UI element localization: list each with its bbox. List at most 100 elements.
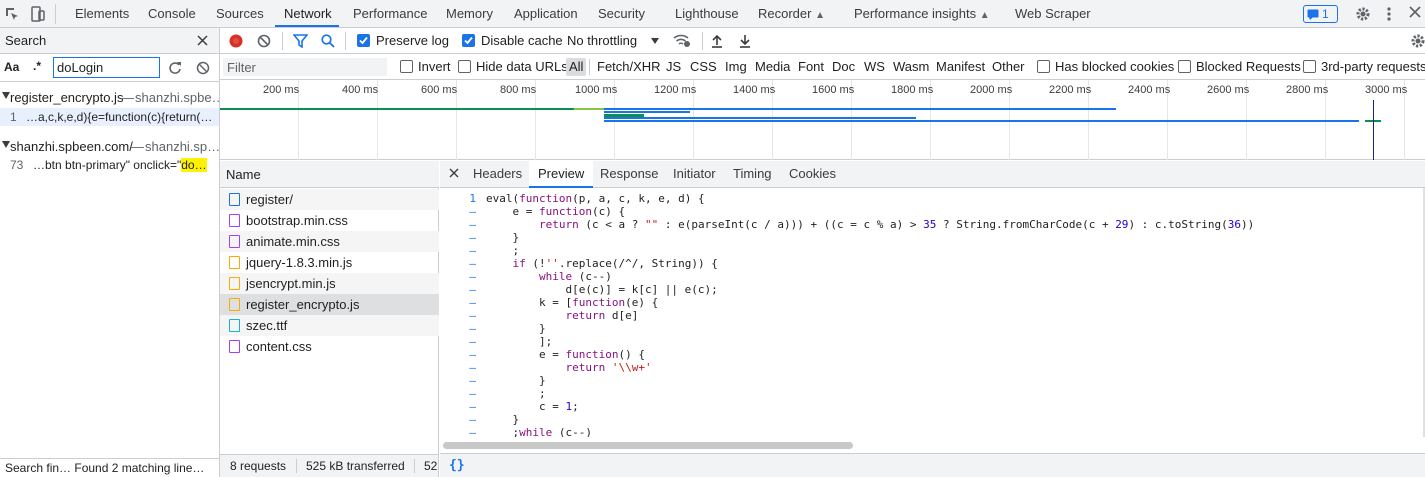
- third-party-checkbox[interactable]: [1303, 60, 1316, 73]
- request-name: register/: [246, 192, 293, 207]
- request-row[interactable]: bootstrap.min.css: [220, 210, 439, 231]
- disable-cache-checkbox[interactable]: [462, 34, 475, 47]
- refresh-icon[interactable]: [168, 61, 182, 75]
- tab-security[interactable]: Security: [598, 0, 645, 28]
- search-result-line[interactable]: 1 …a,c,k,e,d){e=function(c){return(…: [0, 108, 219, 126]
- tab-cookies[interactable]: Cookies: [789, 161, 836, 188]
- code-text: k = [function(e) {: [486, 296, 659, 309]
- search-result-file[interactable]: shanzhi.spbeen.com/ — shanzhi.sp…: [0, 137, 219, 157]
- filter-type-doc[interactable]: Doc: [829, 58, 858, 76]
- search-match-highlight: do…: [181, 158, 207, 172]
- filter-type-manifest[interactable]: Manifest: [933, 58, 988, 76]
- pretty-print-icon[interactable]: {}: [449, 458, 465, 473]
- search-input[interactable]: [53, 57, 160, 78]
- result-file-origin: shanzhi.sp…: [145, 139, 219, 154]
- tab-sources[interactable]: Sources: [216, 0, 264, 28]
- more-options-icon[interactable]: [1387, 6, 1391, 22]
- close-icon[interactable]: [449, 168, 459, 178]
- request-list-header[interactable]: Name: [220, 161, 439, 188]
- search-icon[interactable]: [321, 34, 335, 48]
- request-row[interactable]: register/: [220, 189, 439, 210]
- tab-initiator[interactable]: Initiator: [673, 161, 716, 188]
- clear-icon[interactable]: [196, 61, 210, 75]
- code-text: while (c--): [538, 270, 612, 283]
- search-panel: Search Aa .* register_encrypto.js — shan…: [0, 28, 220, 477]
- separator: —: [121, 90, 134, 105]
- tab-lighthouse[interactable]: Lighthouse: [675, 0, 739, 28]
- has-blocked-cookies-checkbox[interactable]: [1037, 60, 1050, 73]
- request-row[interactable]: jquery-1.8.3.min.js: [220, 252, 439, 273]
- request-row[interactable]: jsencrypt.min.js: [220, 273, 439, 294]
- filter-type-js[interactable]: JS: [663, 58, 684, 76]
- filter-type-all[interactable]: All: [566, 58, 587, 76]
- filter-type-css[interactable]: CSS: [687, 58, 720, 76]
- preserve-log-checkbox[interactable]: [357, 34, 370, 47]
- tab-performance[interactable]: Performance: [353, 0, 427, 28]
- blocked-requests-checkbox[interactable]: [1178, 60, 1191, 73]
- regex-toggle[interactable]: .*: [33, 59, 41, 73]
- search-result-file[interactable]: register_encrypto.js — shanzhi.spbe…: [0, 88, 219, 108]
- filter-type-other[interactable]: Other: [989, 58, 1028, 76]
- line-number: –: [469, 387, 476, 400]
- network-settings-icon[interactable]: [1410, 33, 1425, 49]
- tab-console[interactable]: Console: [148, 0, 196, 28]
- load-event-marker: [1373, 100, 1374, 160]
- close-icon[interactable]: [197, 35, 208, 46]
- invert-checkbox[interactable]: [400, 60, 413, 73]
- issues-badge[interactable]: 1: [1303, 5, 1338, 23]
- request-row[interactable]: content.css: [220, 336, 439, 357]
- line-number: –: [469, 270, 476, 283]
- filter-type-font[interactable]: Font: [795, 58, 827, 76]
- search-result-line[interactable]: 73 …btn btn-primary" onclick="do…: [0, 156, 219, 174]
- network-filter-bar: Invert Hide data URLs All Fetch/XHR JS C…: [220, 54, 1425, 80]
- tab-application[interactable]: Application: [514, 0, 578, 28]
- tab-performance-insights[interactable]: Performance insights ▲: [854, 0, 990, 28]
- filter-type-media[interactable]: Media: [752, 58, 793, 76]
- line-number: –: [469, 231, 476, 244]
- tab-headers[interactable]: Headers: [473, 161, 522, 188]
- network-conditions-icon[interactable]: [673, 33, 691, 48]
- filter-type-wasm[interactable]: Wasm: [890, 58, 932, 76]
- tab-network[interactable]: Network: [284, 0, 332, 28]
- line-number: –: [469, 413, 476, 426]
- chevron-down-icon: [651, 38, 659, 44]
- record-icon[interactable]: [229, 34, 243, 48]
- filter-icon[interactable]: [293, 34, 308, 48]
- horizontal-scrollbar[interactable]: [443, 442, 853, 449]
- result-line-content: …btn btn-primary" onclick="do…: [33, 158, 207, 172]
- clear-log-icon[interactable]: [257, 34, 271, 48]
- gear-icon[interactable]: [1355, 6, 1371, 22]
- throttling-select[interactable]: No throttling: [567, 33, 637, 48]
- request-row[interactable]: animate.min.css: [220, 231, 439, 252]
- network-overview-timeline[interactable]: 200 ms 400 ms 600 ms 800 ms 1000 ms 1200…: [220, 80, 1425, 160]
- code-text: eval(function(p, a, c, k, e, d) {: [486, 192, 705, 205]
- filter-type-img[interactable]: Img: [722, 58, 750, 76]
- tab-timing[interactable]: Timing: [733, 161, 772, 188]
- import-har-icon[interactable]: [711, 34, 723, 48]
- close-devtools-icon[interactable]: [1409, 6, 1421, 18]
- tab-recorder[interactable]: Recorder ▲: [758, 0, 825, 28]
- tab-preview[interactable]: Preview: [529, 161, 594, 188]
- request-row[interactable]: register_encrypto.js: [220, 294, 439, 315]
- filter-input[interactable]: [223, 58, 387, 76]
- match-case-toggle[interactable]: Aa: [4, 60, 19, 74]
- time-tick: 3000 ms: [1365, 84, 1408, 96]
- filter-type-ws[interactable]: WS: [861, 58, 888, 76]
- tab-web-scraper[interactable]: Web Scraper: [1015, 0, 1091, 28]
- code-line: – k = [function(e) {: [440, 296, 1423, 309]
- export-har-icon[interactable]: [739, 34, 751, 48]
- request-row[interactable]: szec.ttf: [220, 315, 439, 336]
- tab-memory[interactable]: Memory: [446, 0, 493, 28]
- disable-cache-label: Disable cache: [481, 33, 563, 48]
- filter-type-fetch-xhr[interactable]: Fetch/XHR: [594, 58, 664, 76]
- device-toolbar-icon[interactable]: [31, 6, 45, 22]
- tab-response[interactable]: Response: [600, 161, 659, 188]
- result-file-name: shanzhi.spbeen.com/: [10, 139, 133, 154]
- tab-elements[interactable]: Elements: [75, 0, 129, 28]
- hide-data-urls-checkbox[interactable]: [458, 60, 471, 73]
- time-tick: 200 ms: [263, 84, 300, 96]
- blocked-requests-label: Blocked Requests: [1196, 59, 1301, 74]
- inspect-element-icon[interactable]: [5, 7, 19, 21]
- request-name: szec.ttf: [246, 318, 288, 333]
- code-preview[interactable]: 1 eval(function(p, a, c, k, e, d) {– e = …: [440, 188, 1423, 437]
